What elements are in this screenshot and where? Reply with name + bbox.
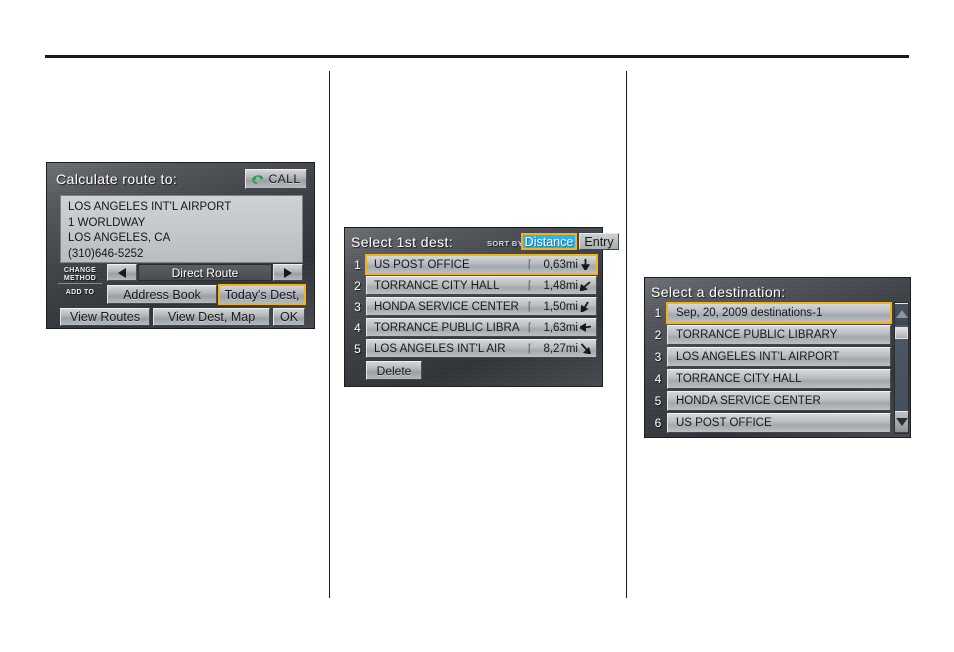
triangle-right-icon <box>284 267 292 278</box>
page-title: Select a destination: <box>651 284 786 300</box>
view-routes-button[interactable]: View Routes <box>60 308 150 326</box>
ok-button[interactable]: OK <box>273 308 305 326</box>
select-first-dest-screen: Select 1st dest: SORT BY Distance Entry … <box>344 227 619 387</box>
bracket-glyph: ⌈ <box>527 343 532 355</box>
arrow-southwest-icon <box>578 280 592 291</box>
destination-row-cell[interactable]: TORRANCE CITY HALL <box>667 369 891 389</box>
sort-tab-entry[interactable]: Entry <box>579 233 619 250</box>
list-item[interactable]: 6 US POST OFFICE <box>649 412 891 434</box>
phone-icon <box>251 174 264 185</box>
dest-name: LOS ANGELES INT'L AIR <box>374 342 506 355</box>
call-button-label: CALL <box>268 172 301 186</box>
dest-distance: 1,63mi <box>543 321 578 334</box>
address-line-3: LOS ANGELES, CA <box>68 232 171 244</box>
arrow-south-icon <box>578 259 592 270</box>
list-item[interactable]: 5 HONDA SERVICE CENTER <box>649 390 891 412</box>
sort-tab-distance[interactable]: Distance <box>521 233 577 250</box>
column-divider-right <box>626 71 627 598</box>
row-index: 2 <box>654 328 662 342</box>
dest-row-cell[interactable]: TORRANCE PUBLIC LIBRA ⌈ 1,63mi <box>366 318 597 337</box>
destination-row-cell[interactable]: LOS ANGELES INT'L AIRPORT <box>667 347 891 367</box>
list-item[interactable]: 5 LOS ANGELES INT'L AIR ⌈ 8,27mi <box>349 338 597 359</box>
address-line-1: LOS ANGELES INT'L AIRPORT <box>68 201 232 213</box>
list-item[interactable]: 3 HONDA SERVICE CENTER ⌈ 1,50mi <box>349 296 597 317</box>
destination-row-cell[interactable]: TORRANCE PUBLIC LIBRARY <box>667 325 891 345</box>
dest-distance: 0,63mi <box>543 258 578 271</box>
sort-by-label: SORT BY <box>487 239 524 248</box>
arrow-southeast-icon <box>578 343 592 354</box>
bracket-glyph: ⌈ <box>527 280 532 292</box>
add-to-label: ADD TO <box>65 289 95 296</box>
destination-row-cell[interactable]: HONDA SERVICE CENTER <box>667 391 891 411</box>
row-index: 3 <box>654 350 662 364</box>
list-item[interactable]: 4 TORRANCE PUBLIC LIBRA ⌈ 1,63mi <box>349 317 597 338</box>
dest-distance: 1,48mi <box>543 279 578 292</box>
triangle-left-icon <box>118 267 126 278</box>
view-dest-map-button[interactable]: View Dest, Map <box>153 308 270 326</box>
dest-distance: 1,50mi <box>543 300 578 313</box>
label-separator <box>58 283 102 284</box>
todays-dest-button[interactable]: Today's Dest, <box>218 284 306 305</box>
select-destination-screen: Select a destination: 1 Sep, 20, 2009 de… <box>644 277 911 438</box>
row-index: 1 <box>354 257 361 272</box>
row-index: 1 <box>654 306 662 320</box>
scroll-up-button[interactable] <box>895 303 908 325</box>
scrollbar-thumb[interactable] <box>895 327 908 339</box>
row-index: 2 <box>354 278 361 293</box>
delete-button[interactable]: Delete <box>366 361 422 380</box>
page-title: Calculate route to: <box>56 171 178 187</box>
row-index: 4 <box>354 320 361 335</box>
manual-page: Calculate route to: CALL LOS ANGELES INT… <box>0 0 954 652</box>
row-index: 6 <box>654 416 662 430</box>
bracket-glyph: ⌈ <box>527 301 532 313</box>
list-item[interactable]: 4 TORRANCE CITY HALL <box>649 368 891 390</box>
list-item[interactable]: 1 US POST OFFICE ⌈ 0,63mi <box>349 254 598 275</box>
destination-row-cell[interactable]: US POST OFFICE <box>667 413 891 433</box>
address-book-button[interactable]: Address Book <box>107 285 217 304</box>
bracket-glyph: ⌈ <box>527 322 532 334</box>
dest-name: TORRANCE CITY HALL <box>374 279 500 292</box>
list-item[interactable]: 1 Sep, 20, 2009 destinations-1 <box>649 302 892 324</box>
route-method-value: Direct Route <box>171 265 239 280</box>
change-method-label: CHANGE METHOD <box>63 267 97 282</box>
scroll-down-button[interactable] <box>895 411 908 433</box>
dest-row-cell[interactable]: LOS ANGELES INT'L AIR ⌈ 8,27mi <box>366 339 597 358</box>
page-title: Select 1st dest: <box>351 234 454 250</box>
header-rule <box>45 55 909 58</box>
list-item[interactable]: 3 LOS ANGELES INT'L AIRPORT <box>649 346 891 368</box>
list-item[interactable]: 2 TORRANCE CITY HALL ⌈ 1,48mi <box>349 275 597 296</box>
triangle-up-icon <box>895 310 908 318</box>
dest-name: US POST OFFICE <box>374 258 470 271</box>
bracket-glyph: ⌈ <box>527 259 532 271</box>
dest-row-cell[interactable]: TORRANCE CITY HALL ⌈ 1,48mi <box>366 276 597 295</box>
previous-method-button[interactable] <box>107 264 137 281</box>
row-index: 5 <box>354 341 361 356</box>
calculate-route-screen: Calculate route to: CALL LOS ANGELES INT… <box>46 162 315 329</box>
list-item[interactable]: 2 TORRANCE PUBLIC LIBRARY <box>649 324 891 346</box>
destination-address-box: LOS ANGELES INT'L AIRPORT 1 WORLDWAY LOS… <box>60 195 303 263</box>
dest-name: TORRANCE PUBLIC LIBRA <box>374 321 520 334</box>
scrollbar[interactable] <box>894 302 909 434</box>
destination-row-cell[interactable]: Sep, 20, 2009 destinations-1 <box>666 302 892 324</box>
dest-row-cell[interactable]: HONDA SERVICE CENTER ⌈ 1,50mi <box>366 297 597 316</box>
next-method-button[interactable] <box>273 264 303 281</box>
row-index: 4 <box>654 372 662 386</box>
row-index: 3 <box>354 299 361 314</box>
dest-name: HONDA SERVICE CENTER <box>374 300 519 313</box>
dest-distance: 8,27mi <box>543 342 578 355</box>
column-divider-left <box>329 71 330 598</box>
triangle-down-icon <box>895 418 908 426</box>
call-button[interactable]: CALL <box>245 169 307 189</box>
arrow-west-icon <box>578 323 592 332</box>
address-line-2: 1 WORLDWAY <box>68 216 146 229</box>
row-index: 5 <box>654 394 662 408</box>
arrow-south-southwest-icon <box>578 301 592 312</box>
dest-row-cell[interactable]: US POST OFFICE ⌈ 0,63mi <box>365 254 598 275</box>
route-method-display: Direct Route <box>138 264 272 281</box>
address-phone: (310)646-5252 <box>68 247 144 260</box>
